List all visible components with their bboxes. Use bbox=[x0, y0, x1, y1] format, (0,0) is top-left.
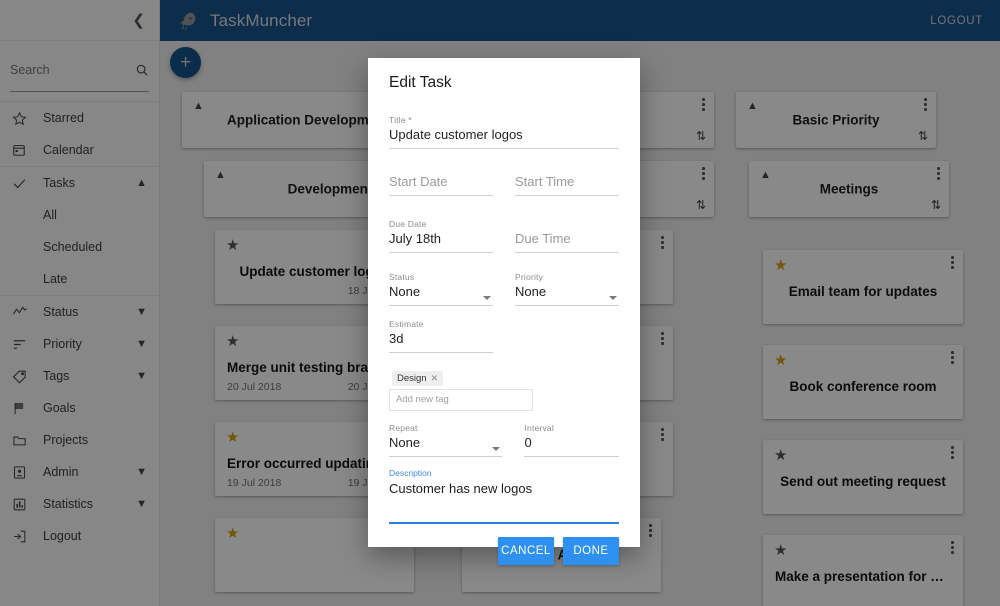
add-tag-placeholder: Add new tag bbox=[396, 394, 449, 405]
estimate-value[interactable]: 3d bbox=[389, 329, 493, 353]
add-tag-input[interactable]: Add new tag bbox=[389, 389, 533, 411]
due-time-placeholder[interactable]: Due Time bbox=[515, 231, 619, 253]
tag-chip[interactable]: Design ✕ bbox=[392, 371, 444, 386]
start-time-field[interactable]: Start Time bbox=[515, 174, 619, 196]
start-date-placeholder[interactable]: Start Date bbox=[389, 174, 493, 196]
start-date-field[interactable]: Start Date bbox=[389, 174, 493, 196]
priority-field[interactable]: Priority None bbox=[515, 272, 619, 306]
tag-chip-label: Design bbox=[397, 373, 427, 384]
repeat-value[interactable]: None bbox=[389, 433, 503, 457]
interval-value[interactable]: 0 bbox=[524, 433, 619, 457]
priority-label: Priority bbox=[515, 272, 544, 282]
title-field-value[interactable]: Update customer logos bbox=[389, 125, 619, 149]
repeat-label: Repeat bbox=[389, 423, 418, 433]
description-value[interactable]: Customer has new logos bbox=[389, 478, 619, 496]
status-label: Status bbox=[389, 272, 415, 282]
title-field[interactable]: Title * Update customer logos bbox=[389, 115, 619, 149]
dialog-actions: CANCEL DONE bbox=[389, 524, 619, 565]
dialog-title: Edit Task bbox=[389, 74, 452, 91]
repeat-field[interactable]: Repeat None bbox=[389, 423, 503, 457]
status-value[interactable]: None bbox=[389, 282, 493, 306]
title-field-label: Title * bbox=[389, 115, 412, 125]
status-field[interactable]: Status None bbox=[389, 272, 493, 306]
estimate-label: Estimate bbox=[389, 319, 424, 329]
interval-field[interactable]: Interval 0 bbox=[524, 423, 619, 457]
done-button[interactable]: DONE bbox=[563, 537, 619, 565]
due-date-field[interactable]: Due Date July 18th bbox=[389, 219, 493, 253]
chevron-down-icon[interactable] bbox=[492, 447, 501, 451]
due-date-value[interactable]: July 18th bbox=[389, 229, 493, 253]
interval-label: Interval bbox=[524, 423, 554, 433]
priority-value[interactable]: None bbox=[515, 282, 619, 306]
cancel-button[interactable]: CANCEL bbox=[498, 537, 554, 565]
description-label: Description bbox=[389, 468, 432, 478]
due-date-label: Due Date bbox=[389, 219, 427, 229]
edit-task-dialog: Edit Task Title * Update customer logos … bbox=[368, 58, 640, 565]
chevron-down-icon[interactable] bbox=[609, 296, 617, 300]
close-icon[interactable]: ✕ bbox=[431, 373, 439, 384]
start-time-placeholder[interactable]: Start Time bbox=[515, 174, 619, 196]
description-field[interactable]: Description Customer has new logos bbox=[389, 468, 619, 524]
estimate-field[interactable]: Estimate 3d bbox=[389, 319, 493, 353]
tags-field[interactable]: Design ✕ Add new tag bbox=[389, 368, 533, 411]
due-time-field[interactable]: Due Time bbox=[515, 231, 619, 253]
chevron-down-icon[interactable] bbox=[483, 296, 491, 300]
